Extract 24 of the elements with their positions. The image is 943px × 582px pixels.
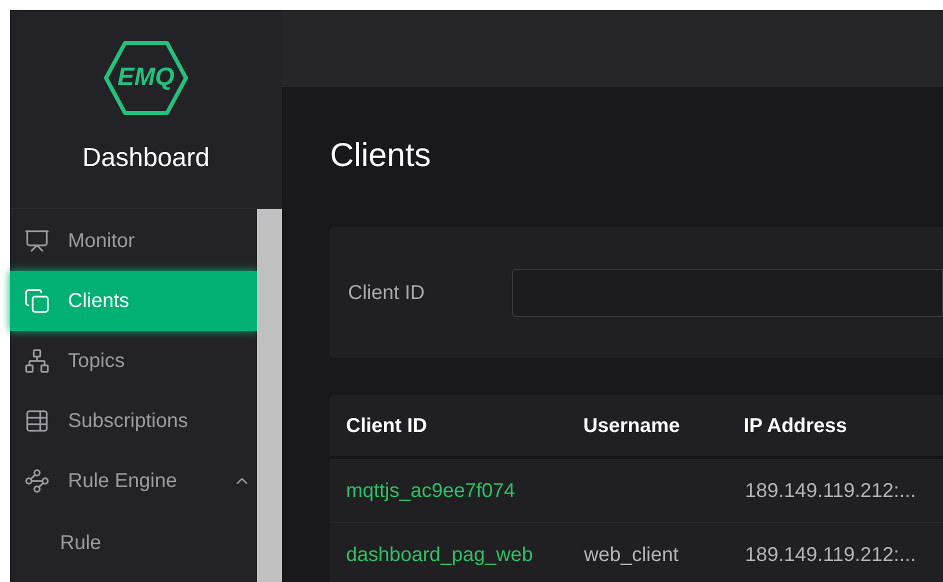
menu-item[interactable]: Topics <box>10 331 257 391</box>
scrollbar[interactable] <box>257 209 282 582</box>
menu-item[interactable]: Rule <box>10 511 257 575</box>
table-cell: web_client <box>584 544 679 566</box>
menu-item[interactable]: Rule Engine <box>10 451 257 511</box>
app-title: Dashboard <box>82 141 210 174</box>
menu-item[interactable]: Monitor <box>10 211 257 271</box>
menu-item[interactable]: Subscriptions <box>10 391 257 451</box>
client-id-link[interactable]: dashboard_pag_web <box>346 540 584 570</box>
page-title: Clients <box>330 135 432 175</box>
column-header: IP Address <box>744 414 848 438</box>
table-cell-text: 189.149.119.212:... <box>745 478 916 504</box>
column-header: Client ID <box>346 414 428 438</box>
screen-icon <box>24 228 50 254</box>
stacked-windows-icon <box>24 288 50 314</box>
table-icon <box>24 408 50 434</box>
client-id-link[interactable]: mqttjs_ac9ee7f074 <box>346 476 584 506</box>
table-cell-text: 189.149.119.212:... <box>745 542 916 568</box>
field-label: Client ID <box>348 280 426 306</box>
nodes-icon <box>24 468 50 494</box>
hexagon-logo: EMQ <box>103 40 189 116</box>
hierarchy-icon <box>24 348 50 374</box>
column-header: Username <box>583 414 681 438</box>
client-id-input[interactable] <box>512 268 943 316</box>
